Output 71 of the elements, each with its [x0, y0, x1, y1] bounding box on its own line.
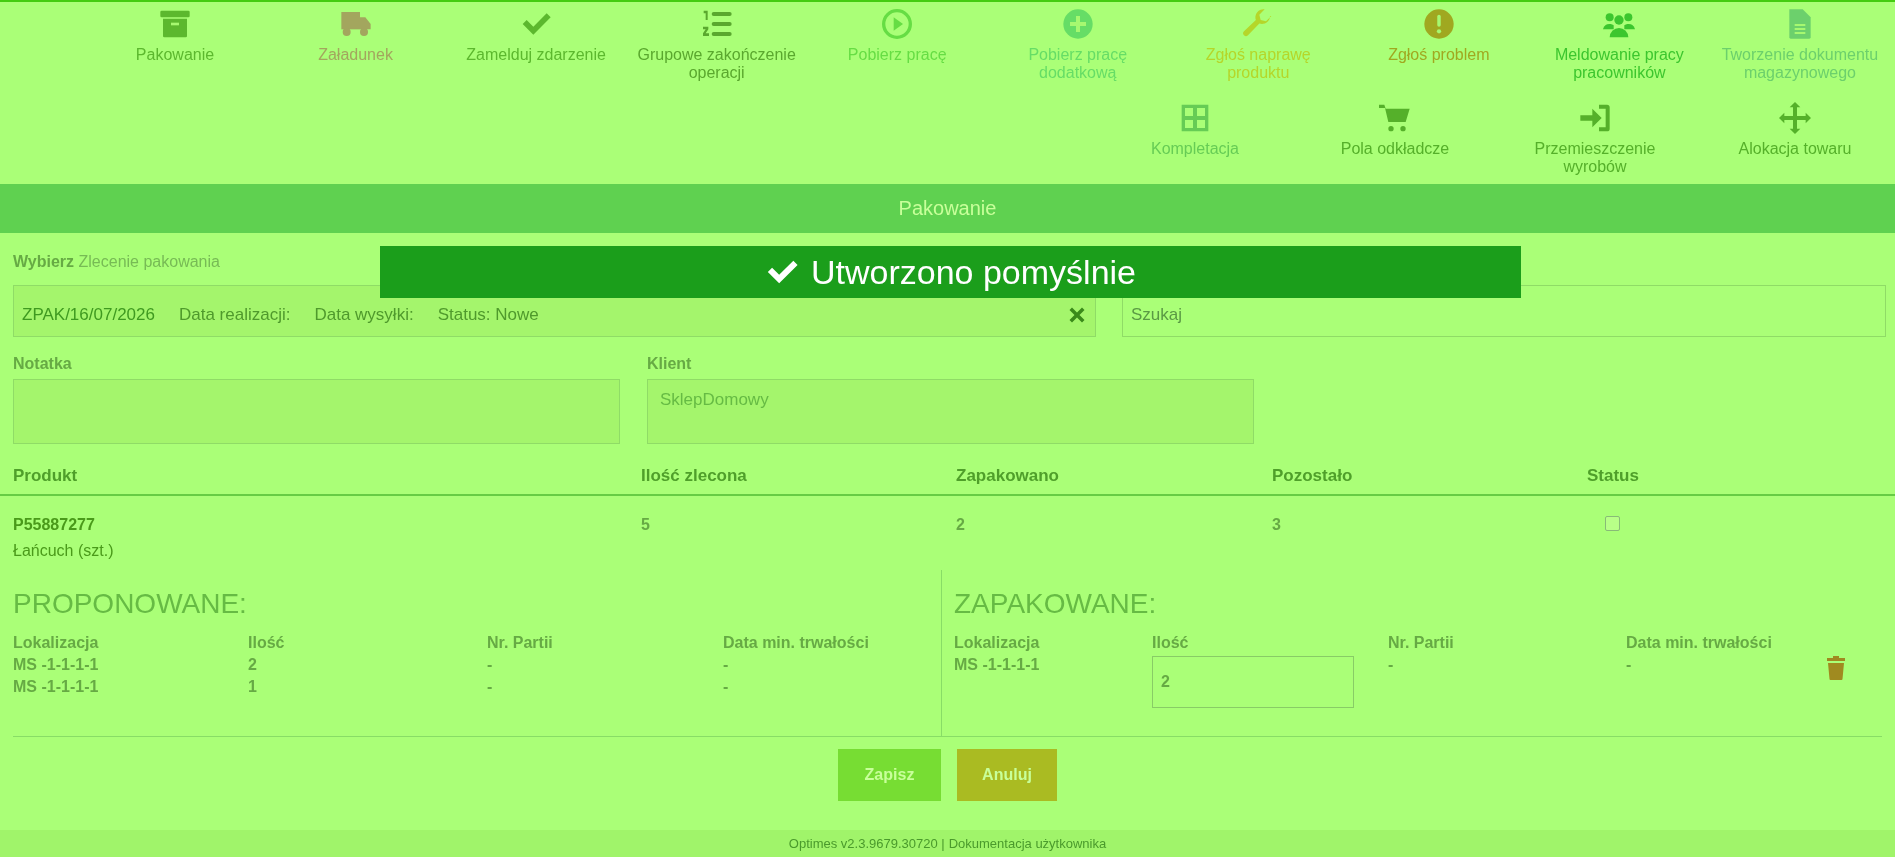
- column-header: Nr. Partii: [1388, 634, 1455, 652]
- table-cell-text: MS -1-1-1-1: [954, 656, 1041, 675]
- section-title: ZAPAKOWANE:: [954, 588, 1158, 620]
- column-header: Ilość: [1152, 634, 1190, 652]
- column-header: Data min. trwałości: [723, 634, 870, 652]
- toolbar-button[interactable]: Meldowanie pracy pracowników: [1534, 4, 1705, 86]
- enter-icon: [1579, 102, 1611, 134]
- column-header: Lokalizacja: [954, 634, 1041, 652]
- field-label: Klient: [647, 355, 693, 373]
- order-detail: Data wysyłki:: [314, 305, 414, 325]
- client-field[interactable]: SklepDomowy: [647, 379, 1254, 444]
- toolbar-button[interactable]: Alokacja towaru: [1715, 98, 1875, 180]
- toolbar-button[interactable]: Kompletacja: [1115, 98, 1275, 180]
- status-checkbox[interactable]: [1605, 516, 1620, 531]
- toolbar-button[interactable]: Pakowanie: [90, 4, 260, 86]
- column-header: Produkt: [13, 466, 79, 486]
- column-header: Lokalizacja: [13, 634, 100, 652]
- table-cell-text: 3: [1272, 516, 1282, 534]
- version-text: Optimes v2.3.9679.30720 |: [788, 836, 945, 851]
- order-number: ZPAK/16/07/2026: [22, 305, 155, 325]
- product-name: Łańcuch (szt.): [13, 542, 115, 560]
- toolbar-button[interactable]: Pola odkładcze: [1315, 98, 1475, 180]
- column-header: Pozostało: [1272, 466, 1354, 486]
- table-cell-text: 5: [641, 516, 651, 534]
- column-header: Ilość: [248, 634, 286, 652]
- table-cell-text: -: [487, 678, 494, 696]
- plus-circle-icon: [1061, 8, 1094, 40]
- documentation-link[interactable]: Dokumentacja użytkownika: [948, 836, 1107, 851]
- column-header: Ilość zlecona: [641, 466, 748, 486]
- archive-box-icon: [159, 8, 191, 40]
- toolbar-button[interactable]: Zgłoś naprawę produktu: [1173, 4, 1344, 86]
- close-icon: [1067, 305, 1087, 325]
- product-code: P55887277: [13, 516, 96, 534]
- quantity-field[interactable]: 2: [1152, 656, 1354, 708]
- order-label: Wybierz Zlecenie pakowania: [13, 253, 221, 271]
- cancel-button[interactable]: Anuluj: [957, 749, 1057, 801]
- column-header: Status: [1587, 466, 1640, 486]
- toolbar-button[interactable]: Grupowe zakończenie operacji: [631, 4, 802, 86]
- order-detail: Data realizacji:: [178, 305, 291, 325]
- column-header: Zapakowano: [956, 466, 1060, 486]
- play-circle-icon: [881, 8, 914, 40]
- table-cell-text: -: [1626, 656, 1633, 675]
- column-header: Nr. Partii: [487, 634, 554, 652]
- toolbar-button[interactable]: Pobierz pracę dodatkową: [992, 4, 1163, 86]
- page-title-bar: Pakowanie: [0, 184, 1895, 233]
- toolbar-button[interactable]: Pobierz pracę: [812, 4, 983, 86]
- toolbar-button[interactable]: Zamelduj zdarzenie: [451, 4, 622, 86]
- column-header: Data min. trwałości: [1626, 634, 1773, 652]
- move-arrows-icon: [1779, 102, 1811, 134]
- section-title: PROPONOWANE:: [13, 588, 248, 620]
- exclamation-icon: [1422, 8, 1455, 40]
- toolbar-button[interactable]: Zgłoś problem: [1353, 4, 1524, 86]
- save-button[interactable]: Zapisz: [838, 749, 941, 801]
- toolbar-button[interactable]: Tworzenie dokumentu magazynowego: [1714, 4, 1885, 86]
- table-cell-text: 2: [956, 516, 966, 534]
- order-detail: Status: Nowe: [437, 305, 539, 325]
- table-cell-text: -: [723, 678, 730, 696]
- table-cell-text: MS -1-1-1-1: [13, 656, 100, 674]
- cart-icon: [1379, 102, 1411, 134]
- toolbar-button[interactable]: Załadunek: [270, 4, 441, 86]
- toolbar-button[interactable]: Przemieszczenie wyrobów: [1515, 98, 1675, 180]
- note-field[interactable]: [13, 379, 620, 444]
- table-cell-text: 1: [248, 678, 258, 696]
- table-cell-text: -: [723, 656, 730, 674]
- table-cell-text: -: [487, 656, 494, 674]
- field-label: Notatka: [13, 355, 73, 373]
- table-cell-text: 2: [248, 656, 258, 674]
- trash-icon[interactable]: [1826, 656, 1846, 680]
- table-cell-text: MS -1-1-1-1: [13, 678, 100, 696]
- table-cell-text: -: [1388, 656, 1395, 675]
- grid-icon: [1179, 102, 1211, 134]
